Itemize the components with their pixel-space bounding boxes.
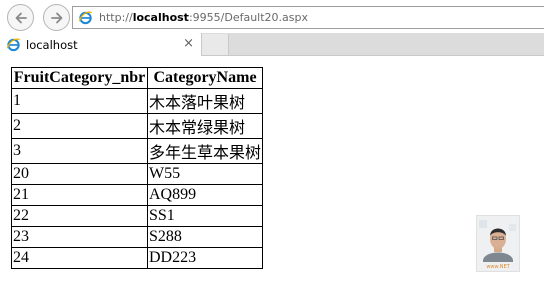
table-cell: SS1 (146, 205, 264, 227)
table-cell: 23 (11, 226, 148, 248)
column-header: CategoryName (146, 67, 264, 89)
ie-page-icon (78, 11, 93, 25)
table-cell: 24 (11, 247, 148, 269)
table-row: 2 木本常绿果树 (11, 113, 264, 139)
table-row: 24 DD223 (11, 247, 264, 269)
browser-toolbar: http://localhost:9955/Default20.aspx (0, 0, 544, 33)
table-cell: 21 (11, 184, 148, 206)
back-button[interactable] (7, 4, 34, 31)
table-cell: W55 (146, 163, 264, 185)
tab-localhost[interactable]: localhost × (0, 33, 202, 56)
address-bar[interactable]: http://localhost:9955/Default20.aspx (72, 6, 544, 29)
forward-button[interactable] (43, 4, 70, 31)
table-cell: 1 (11, 88, 148, 114)
table-row: 21 AQ899 (11, 184, 264, 206)
table-row: 20 W55 (11, 163, 264, 185)
table-cell: 2 (11, 113, 148, 139)
table-header-row: FruitCategory_nbr CategoryName (11, 67, 264, 89)
address-url: http://localhost:9955/Default20.aspx (99, 11, 308, 24)
table-cell: 木本落叶果树 (146, 88, 264, 114)
close-icon[interactable]: × (183, 36, 194, 51)
avatar: www.NET (476, 215, 520, 272)
data-table: FruitCategory_nbr CategoryName 1 木本落叶果树 … (11, 67, 264, 269)
page-content: FruitCategory_nbr CategoryName 1 木本落叶果树 … (0, 57, 544, 284)
table-row: 22 SS1 (11, 205, 264, 227)
table-row: 23 S288 (11, 226, 264, 248)
table-cell: DD223 (146, 247, 264, 269)
address-path: :9955/Default20.aspx (188, 11, 309, 24)
table-cell: AQ899 (146, 184, 264, 206)
avatar-caption: www.NET (486, 264, 510, 270)
address-scheme: http:// (99, 11, 133, 24)
table-cell: 木本常绿果树 (146, 113, 264, 139)
column-header: FruitCategory_nbr (11, 67, 148, 89)
tab-strip: localhost × (0, 33, 544, 56)
table-cell: 3 (11, 138, 148, 164)
arrow-left-icon (15, 12, 27, 23)
new-tab-button[interactable] (202, 34, 229, 55)
avatar-portrait-icon: www.NET (477, 216, 519, 271)
table-cell: 22 (11, 205, 148, 227)
ie-tab-icon (6, 38, 21, 52)
table-row: 1 木本落叶果树 (11, 88, 264, 114)
table-cell: S288 (146, 226, 264, 248)
tab-label: localhost (26, 37, 78, 52)
arrow-right-icon (50, 12, 62, 23)
table-row: 3 多年生草本果树 (11, 138, 264, 164)
address-host: localhost (132, 11, 189, 24)
table-cell: 多年生草本果树 (146, 138, 264, 164)
table-cell: 20 (11, 163, 148, 185)
